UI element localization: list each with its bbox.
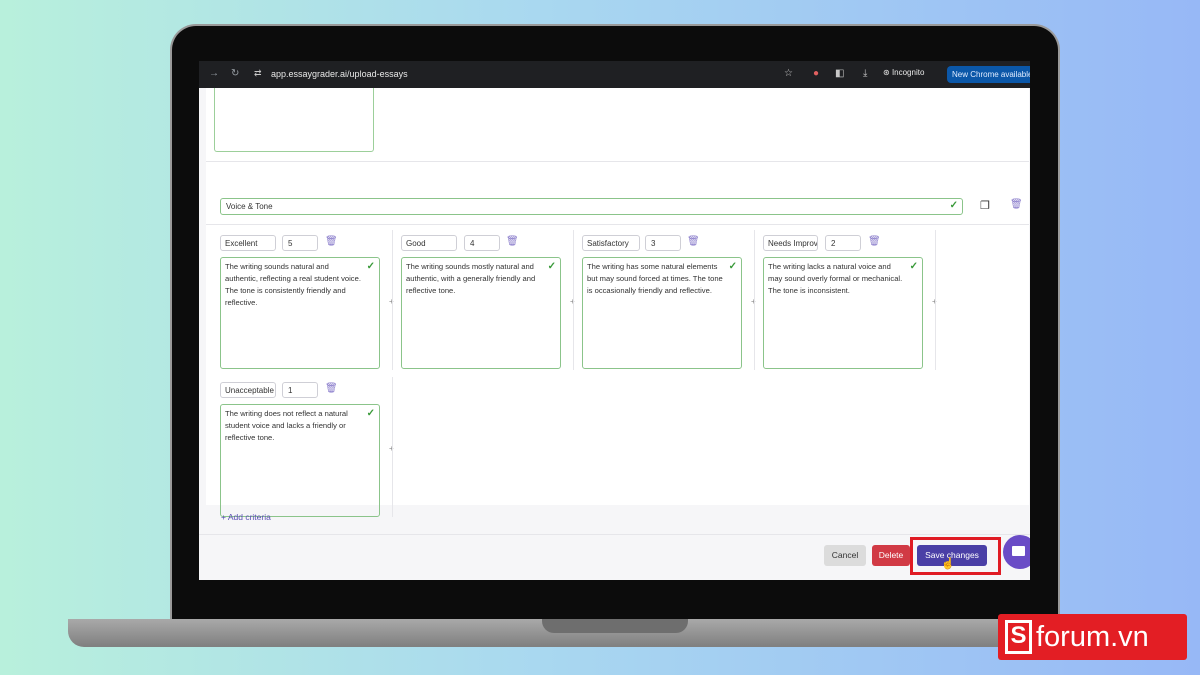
divider xyxy=(206,224,1029,225)
criterion-name-input[interactable]: Voice & Tone ✓ xyxy=(220,198,963,215)
level-description-textarea[interactable]: The writing sounds natural and authentic… xyxy=(220,257,380,369)
column-separator xyxy=(935,230,936,370)
level-name-input[interactable]: Satisfactory xyxy=(582,235,640,251)
cancel-button[interactable]: Cancel xyxy=(824,545,866,566)
level-score-input[interactable]: 4 xyxy=(464,235,500,251)
site-settings-icon[interactable]: ⇄ xyxy=(254,68,262,79)
level-description-text: The writing does not reflect a natural s… xyxy=(225,409,348,442)
page-content: Voice & Tone ✓ ❐ 🗑 Excellent 5 🗑 The wri… xyxy=(199,88,1030,580)
address-bar[interactable]: ⇄ app.essaygrader.ai/upload-essays xyxy=(254,66,799,83)
level-description-textarea[interactable]: The writing lacks a natural voice and ma… xyxy=(763,257,923,369)
browser-toolbar: → ↻ ⇄ app.essaygrader.ai/upload-essays ☆… xyxy=(199,61,1030,88)
bookmark-star-icon[interactable]: ☆ xyxy=(784,68,793,79)
chat-support-button[interactable] xyxy=(1003,535,1030,569)
column-separator xyxy=(754,230,755,370)
level-name-input[interactable]: Unacceptable xyxy=(220,382,276,398)
level-score-input[interactable]: 2 xyxy=(825,235,861,251)
logo-mark: S xyxy=(1005,620,1032,654)
level-score-input[interactable]: 5 xyxy=(282,235,318,251)
screen: → ↻ ⇄ app.essaygrader.ai/upload-essays ☆… xyxy=(199,61,1030,580)
level-description-text: The writing sounds mostly natural and au… xyxy=(406,262,536,295)
level-description-textarea[interactable]: The writing has some natural elements bu… xyxy=(582,257,742,369)
level-description-text: The writing lacks a natural voice and ma… xyxy=(768,262,903,295)
new-chrome-available-button[interactable]: New Chrome available xyxy=(947,66,1030,83)
sforum-logo: S forum.vn xyxy=(998,614,1187,660)
level-name-input[interactable]: Needs Improv xyxy=(763,235,818,251)
valid-check-icon: ✓ xyxy=(366,408,375,419)
valid-check-icon: ✓ xyxy=(728,261,737,272)
reload-icon[interactable]: ↻ xyxy=(231,68,239,79)
incognito-indicator[interactable]: ⊛ Incognito xyxy=(883,68,924,77)
delete-level-icon[interactable]: 🗑 xyxy=(687,236,700,247)
level-description-textarea[interactable]: The writing does not reflect a natural s… xyxy=(220,404,380,517)
url-text: app.essaygrader.ai/upload-essays xyxy=(271,69,408,79)
level-name-input[interactable]: Excellent xyxy=(220,235,276,251)
extension-icon[interactable]: ● xyxy=(813,68,819,79)
logo-text: forum.vn xyxy=(1036,621,1149,653)
previous-level-description[interactable] xyxy=(214,88,374,152)
level-name-input[interactable]: Good xyxy=(401,235,457,251)
incognito-label: Incognito xyxy=(891,68,925,77)
divider xyxy=(206,161,1029,162)
delete-level-icon[interactable]: 🗑 xyxy=(506,236,519,247)
level-description-text: The writing has some natural elements bu… xyxy=(587,262,723,295)
level-description-text: The writing sounds natural and authentic… xyxy=(225,262,361,307)
laptop-notch xyxy=(542,619,688,633)
chat-icon xyxy=(1012,546,1025,556)
criterion-name-value: Voice & Tone xyxy=(226,202,273,211)
download-icon[interactable]: ⤓ xyxy=(863,68,867,79)
column-separator xyxy=(573,230,574,370)
level-score-input[interactable]: 3 xyxy=(645,235,681,251)
delete-level-icon[interactable]: 🗑 xyxy=(868,236,881,247)
column-separator xyxy=(392,230,393,370)
level-description-textarea[interactable]: The writing sounds mostly natural and au… xyxy=(401,257,561,369)
rubric-editor-panel: Voice & Tone ✓ ❐ 🗑 Excellent 5 🗑 The wri… xyxy=(206,88,1029,517)
valid-check-icon: ✓ xyxy=(366,261,375,272)
extensions-puzzle-icon[interactable]: ◧ xyxy=(835,68,844,79)
delete-criterion-icon[interactable]: 🗑 xyxy=(1010,199,1023,210)
delete-level-icon[interactable]: 🗑 xyxy=(325,236,338,247)
duplicate-criterion-icon[interactable]: ❐ xyxy=(980,199,990,212)
mouse-cursor-icon: ☝ xyxy=(941,558,955,570)
add-criteria-button[interactable]: + Add criteria xyxy=(221,512,271,522)
save-button-highlight xyxy=(910,537,1001,575)
delete-button[interactable]: Delete xyxy=(872,545,910,566)
valid-check-icon: ✓ xyxy=(547,261,556,272)
valid-check-icon: ✓ xyxy=(909,261,918,272)
forward-icon[interactable]: → xyxy=(209,68,219,79)
delete-level-icon[interactable]: 🗑 xyxy=(325,383,338,394)
column-separator xyxy=(392,377,393,517)
incognito-icon: ⊛ xyxy=(883,68,892,77)
divider xyxy=(199,534,1030,535)
level-score-input[interactable]: 1 xyxy=(282,382,318,398)
valid-check-icon: ✓ xyxy=(949,200,958,211)
